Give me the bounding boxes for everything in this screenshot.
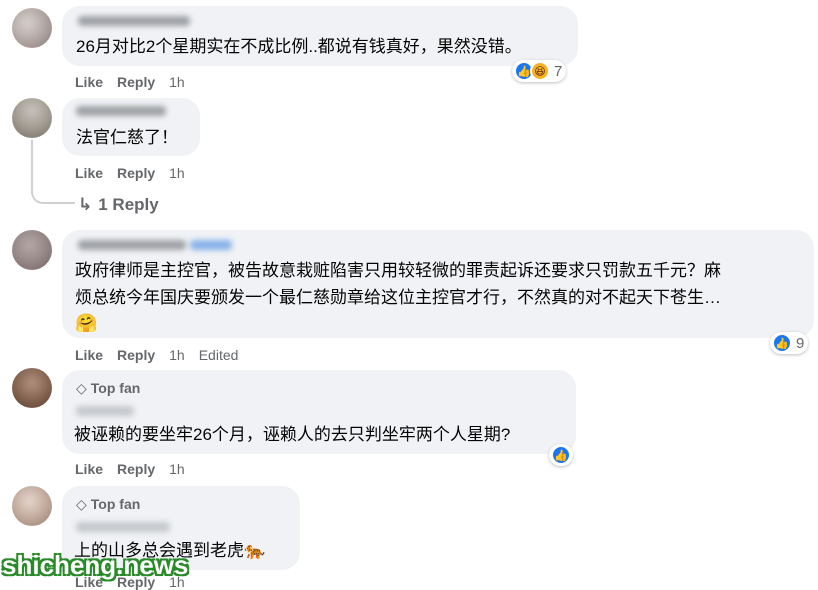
comment-text: 被诬赖的要坐牢26个月，诬赖人的去只判坐牢两个人星期? <box>74 425 511 444</box>
comment-actions: Like Reply 1h <box>75 165 199 181</box>
comment-bubble: 26月对比2个星期实在不成比例..都说有钱真好，果然没错。 <box>62 6 578 66</box>
like-button[interactable]: Like <box>75 74 103 90</box>
reaction-count: 9 <box>796 334 805 352</box>
view-replies-link[interactable]: ↳ 1 Reply <box>78 195 159 215</box>
timestamp[interactable]: 1h <box>169 165 185 181</box>
timestamp[interactable]: 1h <box>169 461 185 477</box>
comment-text: 26月对比2个星期实在不成比例..都说有钱真好，果然没错。 <box>76 37 522 56</box>
comment-bubble: 法官仁慈了！ <box>62 98 200 156</box>
commenter-name[interactable] <box>76 522 170 532</box>
comment-actions: Like Reply 1h <box>75 74 199 90</box>
like-reaction-icon: 👍 <box>551 445 571 465</box>
like-button[interactable]: Like <box>75 165 103 181</box>
comment-bubble: 政府律师是主控官，被告故意栽赃陷害只用较轻微的罪责起诉还要求只罚款五千元？麻 烦… <box>62 230 814 338</box>
reaction-count: 7 <box>554 62 563 80</box>
reply-button[interactable]: Reply <box>117 461 155 477</box>
commenter-name[interactable] <box>76 106 166 116</box>
top-fan-badge: ◇ Top fan <box>76 496 140 513</box>
replies-count: 1 Reply <box>98 195 159 214</box>
thread-connector <box>31 180 75 204</box>
comment-text: 法官仁慈了！ <box>76 128 178 147</box>
comment-actions: Like Reply 1h <box>75 461 199 477</box>
avatar[interactable] <box>12 230 52 270</box>
reply-button[interactable]: Reply <box>117 74 155 90</box>
reaction-summary[interactable]: 👍 <box>549 444 573 466</box>
top-fan-label: Top fan <box>90 496 141 512</box>
hug-emoji: 🤗 <box>75 313 98 333</box>
comment-text-line-1: 政府律师是主控官，被告故意栽赃陷害只用较轻微的罪责起诉还要求只罚款五千元？麻 <box>75 261 721 280</box>
diamond-icon: ◇ <box>76 496 87 512</box>
reply-button[interactable]: Reply <box>117 347 155 363</box>
reaction-summary[interactable]: 👍 9 <box>770 332 809 354</box>
reply-button[interactable]: Reply <box>117 165 155 181</box>
watermark: shicheng.news <box>2 550 189 580</box>
tiger-emoji: 🐅 <box>244 541 266 560</box>
comment-bubble: ◇ Top fan 被诬赖的要坐牢26个月，诬赖人的去只判坐牢两个人星期? <box>62 370 576 454</box>
commenter-name[interactable] <box>76 406 134 416</box>
avatar[interactable] <box>12 8 52 48</box>
avatar[interactable] <box>12 486 52 526</box>
top-fan-badge: ◇ Top fan <box>76 380 140 397</box>
commenter-name[interactable] <box>78 16 190 26</box>
timestamp[interactable]: 1h <box>169 347 185 363</box>
timestamp[interactable]: 1h <box>169 74 185 90</box>
haha-reaction-icon: 😆 <box>530 61 550 81</box>
commenter-name[interactable] <box>78 240 186 250</box>
comment-text-line-2: 烦总统今年国庆要颁发一个最仁慈勋章给这位主控官才行，不然真的对不起天下苍生… <box>75 288 721 307</box>
like-reaction-icon: 👍 <box>772 333 792 353</box>
avatar[interactable] <box>12 98 52 138</box>
avatar[interactable] <box>12 368 52 408</box>
reply-arrow-icon: ↳ <box>78 195 93 214</box>
reaction-summary[interactable]: 👍 😆 7 <box>512 60 567 82</box>
commenter-name-suffix <box>190 240 232 250</box>
comment-actions: Like Reply 1h Edited <box>75 347 252 363</box>
diamond-icon: ◇ <box>76 380 87 396</box>
top-fan-label: Top fan <box>90 380 141 396</box>
like-button[interactable]: Like <box>75 347 103 363</box>
edited-label: Edited <box>198 347 239 363</box>
like-button[interactable]: Like <box>75 461 103 477</box>
